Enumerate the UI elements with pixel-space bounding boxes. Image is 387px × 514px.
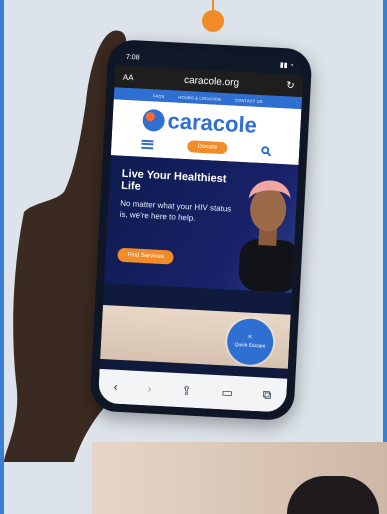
- nav-hours-location[interactable]: HOURS & LOCATION: [178, 94, 221, 101]
- right-edge-bar: [383, 0, 387, 514]
- forward-icon[interactable]: ›: [147, 381, 152, 395]
- clock: 7:08: [125, 53, 140, 62]
- quick-escape-label: Quick Escape: [234, 341, 266, 350]
- search-icon[interactable]: [261, 146, 270, 155]
- hero-portrait: [238, 180, 300, 293]
- phone: 7:08 ▮▮ ◔ AA caracole.org ↻ FAQS HOURS &…: [89, 38, 313, 422]
- site-header: caracole Donate: [110, 99, 302, 166]
- nav-contact[interactable]: CONTACT US: [235, 97, 263, 103]
- share-icon[interactable]: ⇪: [181, 383, 192, 398]
- background-person-hair: [287, 476, 379, 514]
- bookmarks-icon[interactable]: ▭: [221, 385, 233, 400]
- logo-mark-icon: [142, 108, 166, 132]
- text-size-button[interactable]: AA: [123, 72, 137, 82]
- orange-marker: [202, 0, 224, 32]
- signal-icons: ▮▮ ◔: [279, 61, 294, 70]
- menu-icon[interactable]: [141, 139, 154, 149]
- url-field[interactable]: caracole.org: [143, 72, 281, 90]
- tabs-icon[interactable]: ⧉: [262, 387, 272, 402]
- hero-banner: Live Your Healthiest Life No matter what…: [104, 155, 300, 293]
- find-services-button[interactable]: Find Services: [117, 247, 175, 265]
- hero-body: No matter what your HIV status is, we're…: [119, 198, 232, 223]
- caracole-logo[interactable]: caracole: [142, 107, 258, 139]
- back-icon[interactable]: ‹: [113, 380, 118, 394]
- browser-toolbar: ‹ › ⇪ ▭ ⧉: [97, 368, 288, 413]
- nav-faqs[interactable]: FAQS: [153, 93, 165, 99]
- donate-button[interactable]: Donate: [187, 140, 228, 155]
- quick-escape-icon: ⇱: [248, 334, 253, 341]
- phone-screen: 7:08 ▮▮ ◔ AA caracole.org ↻ FAQS HOURS &…: [97, 47, 305, 413]
- reload-icon[interactable]: ↻: [286, 80, 295, 91]
- logo-text: caracole: [167, 108, 258, 138]
- hero-title: Live Your Healthiest Life: [120, 167, 227, 193]
